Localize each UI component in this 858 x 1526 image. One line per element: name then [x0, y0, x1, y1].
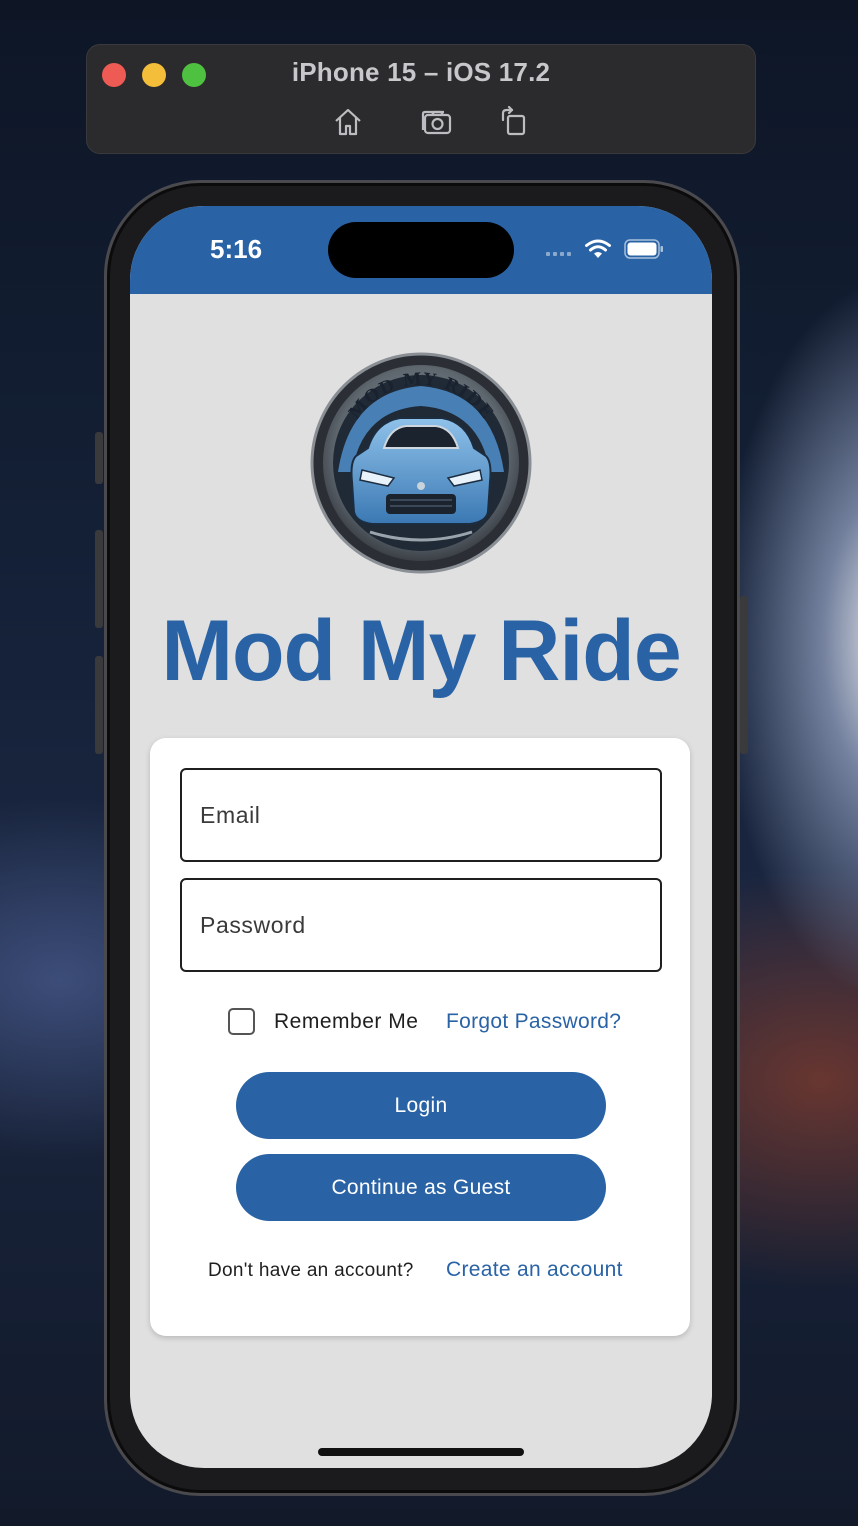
remember-me-label[interactable]: Remember Me	[274, 1010, 418, 1034]
rotate-button[interactable]	[497, 105, 531, 139]
login-card: Remember Me Forgot Password? Login Conti…	[150, 738, 690, 1336]
continue-as-guest-button[interactable]: Continue as Guest	[236, 1154, 606, 1221]
power-button[interactable]	[740, 596, 748, 754]
simulator-title-bar: iPhone 15 – iOS 17.2	[86, 44, 756, 154]
create-account-link[interactable]: Create an account	[446, 1258, 623, 1282]
email-field[interactable]	[180, 768, 662, 862]
action-button[interactable]	[95, 432, 103, 484]
cellular-signal-icon	[546, 252, 571, 256]
home-icon	[335, 108, 361, 136]
battery-icon	[624, 239, 663, 259]
remember-me-row: Remember Me	[228, 1008, 418, 1035]
dynamic-island	[328, 222, 514, 278]
screenshot-icon	[421, 110, 452, 135]
login-button[interactable]: Login	[236, 1072, 606, 1139]
screenshot-button[interactable]	[419, 105, 453, 139]
no-account-text: Don't have an account?	[208, 1260, 414, 1281]
status-bar: 5:16	[130, 206, 712, 294]
phone-screen: 5:16 MOD MY RIDE Mod My Ride Email Remem…	[130, 206, 712, 1468]
volume-up-button[interactable]	[95, 530, 103, 628]
mod-my-ride-logo: MOD MY RIDE	[310, 352, 532, 574]
forgot-password-link[interactable]: Forgot Password?	[446, 1010, 621, 1034]
home-button[interactable]	[331, 105, 365, 139]
status-time: 5:16	[210, 234, 263, 264]
wifi-icon	[585, 239, 611, 258]
app-title: Mod My Ride	[161, 603, 681, 699]
home-indicator[interactable]	[318, 1448, 524, 1456]
password-field[interactable]	[180, 878, 662, 972]
simulator-title: iPhone 15 – iOS 17.2	[291, 57, 551, 87]
rotate-icon	[501, 106, 526, 136]
volume-down-button[interactable]	[95, 656, 103, 754]
remember-me-checkbox[interactable]	[228, 1008, 255, 1035]
